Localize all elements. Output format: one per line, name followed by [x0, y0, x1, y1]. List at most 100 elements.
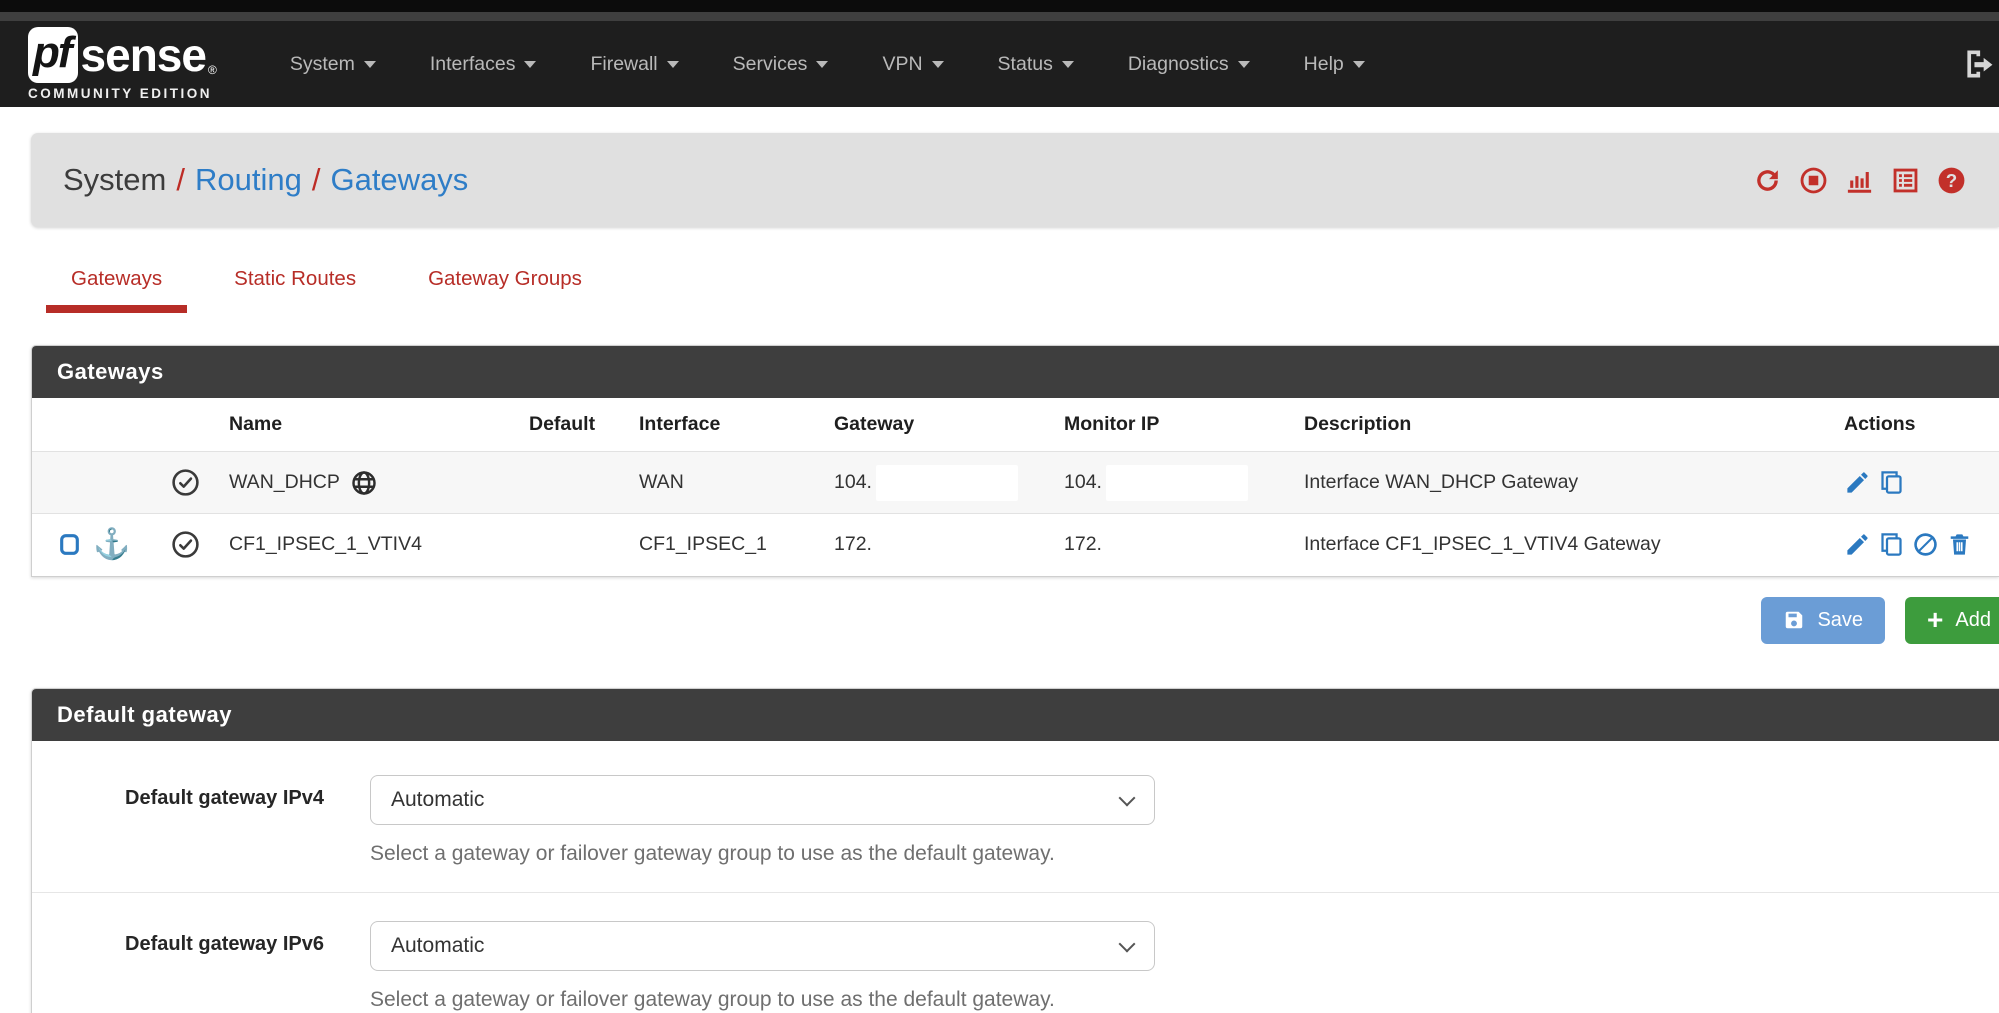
pfsense-logo[interactable]: pfsense® COMMUNITY EDITION [28, 27, 217, 101]
breadcrumb: System/Routing/Gateways [63, 162, 468, 198]
sign-out-icon[interactable] [1961, 47, 1999, 81]
svg-text:?: ? [1946, 169, 1957, 190]
caret-down-icon [1353, 61, 1365, 68]
globe-icon [350, 469, 378, 497]
chart-icon[interactable] [1844, 165, 1875, 196]
gateway-default [511, 452, 621, 514]
caret-down-icon [1238, 61, 1250, 68]
navbar: pfsense® COMMUNITY EDITION System Interf… [0, 21, 1999, 107]
edit-icon[interactable] [1844, 469, 1871, 496]
gateway-description: Interface WAN_DHCP Gateway [1286, 452, 1826, 514]
default-gateway-ipv4-select[interactable]: Automatic [370, 775, 1155, 825]
row-actions [1844, 469, 1989, 496]
caret-down-icon [1062, 61, 1074, 68]
nav-item-help[interactable]: Help [1277, 53, 1392, 76]
nav-item-interfaces-label: Interfaces [430, 53, 516, 76]
delete-icon[interactable] [1946, 531, 1973, 558]
breadcrumb-bar: System/Routing/Gateways ? [31, 133, 1999, 227]
anchor-icon: ⚓ [93, 530, 130, 560]
disable-icon[interactable] [1912, 531, 1939, 558]
caret-down-icon [364, 61, 376, 68]
nav-item-vpn-label: VPN [882, 53, 922, 76]
default-gateway-ipv4-help: Select a gateway or failover gateway gro… [370, 842, 1155, 866]
breadcrumb-separator: / [302, 162, 331, 197]
gateway-interface: WAN [621, 452, 816, 514]
gateway-interface: CF1_IPSEC_1 [621, 514, 816, 576]
breadcrumb-system: System [63, 162, 166, 197]
tab-gateway-groups[interactable]: Gateway Groups [403, 267, 607, 313]
monitor-ip: 172. [1064, 533, 1102, 555]
nav-menu: System Interfaces Firewall Services VPN … [263, 53, 1392, 76]
table-header-row: Name Default Interface Gateway Monitor I… [32, 398, 1999, 452]
caret-down-icon [667, 61, 679, 68]
table-row: ⚓ CF1_IPSEC_1_VTIV4 CF1_IPSEC_1 172. 172… [32, 514, 1999, 576]
gateways-panel: Gateways Name Default Interface Gateway … [31, 345, 1999, 577]
help-icon[interactable]: ? [1936, 165, 1967, 196]
redacted-ip [1106, 527, 1248, 563]
default-gateway-ipv6-help: Select a gateway or failover gateway gro… [370, 988, 1155, 1012]
nav-item-vpn[interactable]: VPN [855, 53, 970, 76]
caret-down-icon [524, 61, 536, 68]
gateway-description: Interface CF1_IPSEC_1_VTIV4 Gateway [1286, 514, 1826, 576]
nav-item-firewall-label: Firewall [590, 53, 657, 76]
add-button[interactable]: + Add [1905, 597, 1999, 644]
copy-icon[interactable] [1878, 469, 1905, 496]
form-row-ipv6: Default gateway IPv6 Automatic Select a … [32, 892, 1999, 1013]
breadcrumb-gateways-link[interactable]: Gateways [330, 162, 468, 197]
nav-item-system[interactable]: System [263, 53, 403, 76]
col-name: Name [211, 398, 511, 452]
add-button-label: Add [1955, 609, 1991, 632]
breadcrumb-routing-link[interactable]: Routing [195, 162, 302, 197]
nav-item-diagnostics[interactable]: Diagnostics [1101, 53, 1277, 76]
default-gateway-ipv6-select[interactable]: Automatic [370, 921, 1155, 971]
nav-item-services[interactable]: Services [706, 53, 856, 76]
button-row: Save + Add [31, 597, 1999, 644]
default-gateway-panel-title: Default gateway [32, 689, 1999, 741]
monitor-ip: 104. [1064, 471, 1102, 493]
nav-item-firewall[interactable]: Firewall [563, 53, 705, 76]
redacted-ip [876, 465, 1018, 501]
community-edition-label: COMMUNITY EDITION [28, 86, 217, 101]
nav-item-diagnostics-label: Diagnostics [1128, 53, 1229, 76]
copy-icon[interactable] [1878, 531, 1905, 558]
col-status [152, 398, 211, 452]
col-actions: Actions [1826, 398, 1999, 452]
default-gateway-ipv4-label: Default gateway IPv4 [32, 775, 370, 866]
table-row: WAN_DHCP WAN 104. 104. Interface WAN_DHC… [32, 452, 1999, 514]
tab-static-routes[interactable]: Static Routes [209, 267, 381, 313]
nav-item-interfaces[interactable]: Interfaces [403, 53, 564, 76]
pfsense-logo-pf: pf [28, 27, 78, 83]
gateway-online-icon [170, 529, 201, 560]
breadcrumb-separator: / [166, 162, 195, 197]
tab-gateways[interactable]: Gateways [46, 267, 187, 313]
plus-icon: + [1927, 610, 1943, 630]
log-list-icon[interactable] [1890, 165, 1921, 196]
pfsense-logo-wordmark: pfsense® [28, 27, 217, 83]
default-gateway-panel: Default gateway Default gateway IPv4 Aut… [31, 688, 1999, 1013]
nav-item-status-label: Status [998, 53, 1053, 76]
gateway-marker-square-icon[interactable] [57, 532, 82, 557]
nav-item-system-label: System [290, 53, 355, 76]
edit-icon[interactable] [1844, 531, 1871, 558]
refresh-icon[interactable] [1752, 165, 1783, 196]
col-interface: Interface [621, 398, 816, 452]
gateway-name: WAN_DHCP [229, 471, 340, 494]
redacted-ip [1106, 465, 1248, 501]
top-gray-strip [0, 12, 1999, 21]
row-actions [1844, 531, 1989, 558]
stop-icon[interactable] [1798, 165, 1829, 196]
default-gateway-ipv6-label: Default gateway IPv6 [32, 921, 370, 1012]
default-gateway-form: Default gateway IPv4 Automatic Select a … [32, 741, 1999, 1013]
redacted-ip [876, 527, 1018, 563]
breadcrumb-action-icons: ? [1752, 165, 1967, 196]
nav-item-help-label: Help [1304, 53, 1344, 76]
gateway-address: 172. [834, 533, 872, 555]
top-black-strip [0, 0, 1999, 12]
col-description: Description [1286, 398, 1826, 452]
form-row-ipv4: Default gateway IPv4 Automatic Select a … [32, 775, 1999, 892]
gateway-name: CF1_IPSEC_1_VTIV4 [229, 533, 422, 556]
nav-item-status[interactable]: Status [971, 53, 1101, 76]
gateway-address: 104. [834, 471, 872, 493]
save-button[interactable]: Save [1761, 597, 1885, 644]
registered-mark: ® [208, 63, 217, 77]
